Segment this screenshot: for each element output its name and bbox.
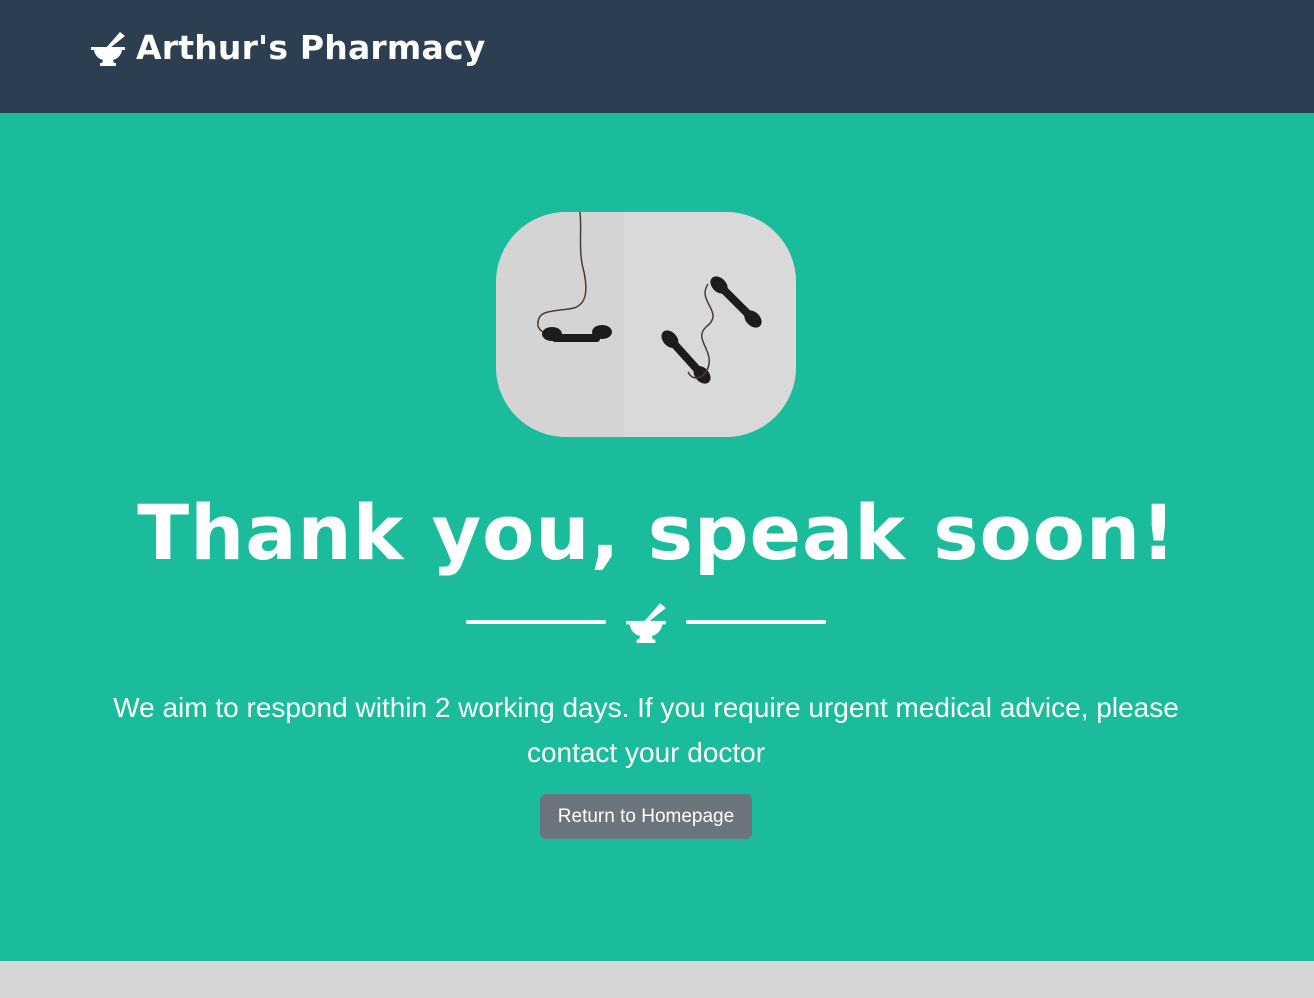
divider-line-right	[686, 620, 826, 624]
mortar-pestle-icon	[91, 31, 125, 66]
brand-link[interactable]: Arthur's Pharmacy	[90, 28, 485, 67]
icon-divider	[466, 601, 826, 643]
mortar-pestle-icon	[626, 603, 666, 643]
navbar: Arthur's Pharmacy	[0, 0, 1314, 113]
return-to-homepage-button[interactable]: Return to Homepage	[540, 794, 752, 839]
brand-name: Arthur's Pharmacy	[136, 28, 486, 67]
footer	[0, 961, 1314, 998]
masthead: Thank you, speak soon! We aim to respond…	[0, 113, 1314, 961]
page-title: Thank you, speak soon!	[137, 488, 1177, 577]
response-message: We aim to respond within 2 working days.…	[113, 692, 1179, 768]
vintage-telephone-handsets-photo	[496, 212, 796, 437]
divider-line-left	[466, 620, 606, 624]
